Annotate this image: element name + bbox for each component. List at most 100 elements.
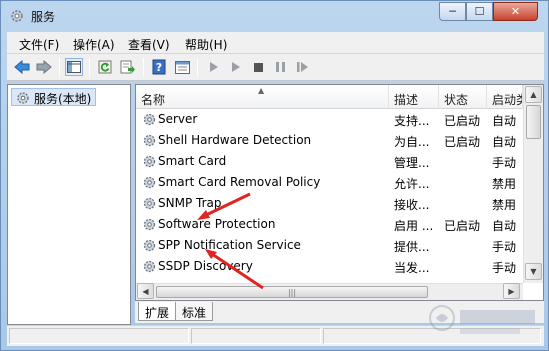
show-hide-console-tree-button[interactable]: [65, 58, 83, 76]
service-startup-type: 手动: [492, 156, 517, 170]
minimize-button[interactable]: ─: [439, 2, 466, 21]
horizontal-scroll-thumb[interactable]: |||: [156, 286, 428, 298]
menu-action[interactable]: 操作(A): [73, 36, 115, 53]
forward-button[interactable]: [35, 58, 53, 76]
column-header-status[interactable]: 状态: [439, 85, 487, 109]
grip-icon: |||: [287, 287, 297, 297]
service-row[interactable]: SSDP Discovery 当发... 手动: [136, 256, 521, 277]
service-row[interactable]: SNMP Trap 接收... 禁用: [136, 193, 521, 214]
service-name: Smart Card Removal Policy: [158, 175, 321, 189]
svg-text:?: ?: [156, 61, 162, 74]
service-description: 允许...: [394, 177, 430, 191]
maximize-icon: ☐: [474, 5, 485, 18]
service-name: SPP Notification Service: [158, 238, 301, 252]
service-gear-icon: [143, 155, 156, 168]
pause-service-icon: [275, 62, 285, 72]
toolbar-separator: [89, 58, 90, 77]
tab-extended[interactable]: 扩展: [138, 302, 177, 321]
pause-service-button[interactable]: [271, 58, 289, 76]
stop-service-button[interactable]: [249, 58, 267, 76]
service-description: 当发...: [394, 261, 430, 275]
toolbar: ?: [7, 54, 544, 81]
service-gear-icon: [143, 260, 156, 273]
refresh-button[interactable]: [96, 58, 114, 76]
console-tree-pane: 服务(本地): [7, 84, 131, 325]
window-title: 服务: [31, 10, 56, 24]
menu-file[interactable]: 文件(F): [19, 36, 59, 53]
menu-view[interactable]: 查看(V): [128, 36, 170, 53]
status-cell: [191, 328, 321, 344]
service-description: 启用 ...: [394, 219, 434, 233]
service-status: 已启动: [444, 114, 481, 128]
service-name: Software Protection: [158, 217, 276, 231]
column-startup-label: 启动类: [492, 93, 522, 107]
vertical-scrollbar[interactable]: ▲ ▼: [523, 85, 543, 283]
service-gear-icon: [143, 113, 156, 126]
service-startup-type: 禁用: [492, 177, 517, 191]
service-startup-type: 手动: [492, 240, 517, 254]
toolbar-separator: [59, 58, 60, 77]
column-status-label: 状态: [444, 93, 469, 107]
sort-ascending-icon: ▲: [258, 86, 265, 95]
start-service-icon: [210, 62, 218, 72]
column-header-startup-type[interactable]: 启动类: [487, 85, 523, 109]
list-header: 名称 ▲ 描述 状态 启动类: [136, 85, 543, 109]
service-row[interactable]: SPP Notification Service 提供... 手动: [136, 235, 521, 256]
service-description: 接收...: [394, 198, 430, 212]
restart-service-icon: [296, 62, 308, 72]
menu-help[interactable]: 帮助(H): [185, 36, 227, 53]
service-name: Server: [158, 112, 198, 126]
help-icon: ?: [152, 59, 166, 75]
status-cell: [323, 328, 541, 344]
services-window: 服务 ─ ☐ ✕ 文件(F) 操作(A) 查看(V) 帮助(H) ? 服务(本地…: [0, 0, 549, 351]
service-row[interactable]: Shell Hardware Detection 为自... 已启动 自动: [136, 130, 521, 151]
title-bar[interactable]: 服务 ─ ☐ ✕: [1, 1, 548, 31]
properties-button[interactable]: [173, 58, 191, 76]
service-startup-type: 自动: [492, 219, 517, 233]
service-row[interactable]: Software Protection 启用 ... 已启动 自动: [136, 214, 521, 235]
start-service-alt-button[interactable]: [227, 58, 245, 76]
service-row[interactable]: Server 支持... 已启动 自动: [136, 109, 521, 130]
tab-standard[interactable]: 标准: [175, 302, 214, 321]
view-tabs: 扩展 标准: [135, 301, 544, 323]
service-row[interactable]: Smart Card 管理... 手动: [136, 151, 521, 172]
toolbar-separator: [197, 58, 198, 77]
gear-icon: [11, 10, 23, 22]
back-button[interactable]: [13, 58, 31, 76]
service-status: 已启动: [444, 135, 481, 149]
export-list-button[interactable]: [118, 58, 136, 76]
status-cell: [9, 328, 189, 344]
service-description: 提供...: [394, 240, 430, 254]
scroll-left-button[interactable]: ◀: [137, 283, 154, 299]
help-button[interactable]: ?: [150, 58, 168, 76]
vertical-scroll-thumb[interactable]: [526, 105, 541, 139]
close-icon: ✕: [510, 5, 521, 18]
back-arrow-icon: [14, 60, 30, 74]
column-name-label: 名称: [141, 93, 166, 107]
column-header-description[interactable]: 描述: [389, 85, 439, 109]
stop-service-icon: [253, 62, 263, 72]
refresh-icon: [98, 60, 112, 74]
service-description: 为自...: [394, 135, 430, 149]
scroll-right-button[interactable]: ▶: [503, 283, 520, 299]
service-description: 管理...: [394, 156, 430, 170]
restart-service-button[interactable]: [293, 58, 311, 76]
services-list-pane: 名称 ▲ 描述 状态 启动类 Server支持...已启动自动Shell Har…: [135, 84, 544, 301]
menu-bar: 文件(F) 操作(A) 查看(V) 帮助(H): [7, 32, 544, 54]
scroll-up-button[interactable]: ▲: [525, 86, 542, 103]
service-name: Shell Hardware Detection: [158, 133, 312, 147]
column-description-label: 描述: [394, 93, 419, 107]
chevron-up-icon: ▲: [530, 90, 537, 99]
horizontal-scrollbar[interactable]: ◀ ||| ▶: [136, 283, 523, 300]
status-bar: [7, 325, 544, 346]
service-description: 支持...: [394, 114, 430, 128]
service-startup-type: 禁用: [492, 198, 517, 212]
tree-item-services-local[interactable]: 服务(本地): [11, 88, 97, 106]
scroll-down-button[interactable]: ▼: [525, 263, 542, 280]
service-row[interactable]: Smart Card Removal Policy 允许... 禁用: [136, 172, 521, 193]
services-icon: [17, 92, 29, 104]
start-service-button[interactable]: [205, 58, 223, 76]
service-status: 已启动: [444, 219, 481, 233]
close-button[interactable]: ✕: [493, 2, 538, 21]
maximize-button[interactable]: ☐: [466, 2, 493, 21]
